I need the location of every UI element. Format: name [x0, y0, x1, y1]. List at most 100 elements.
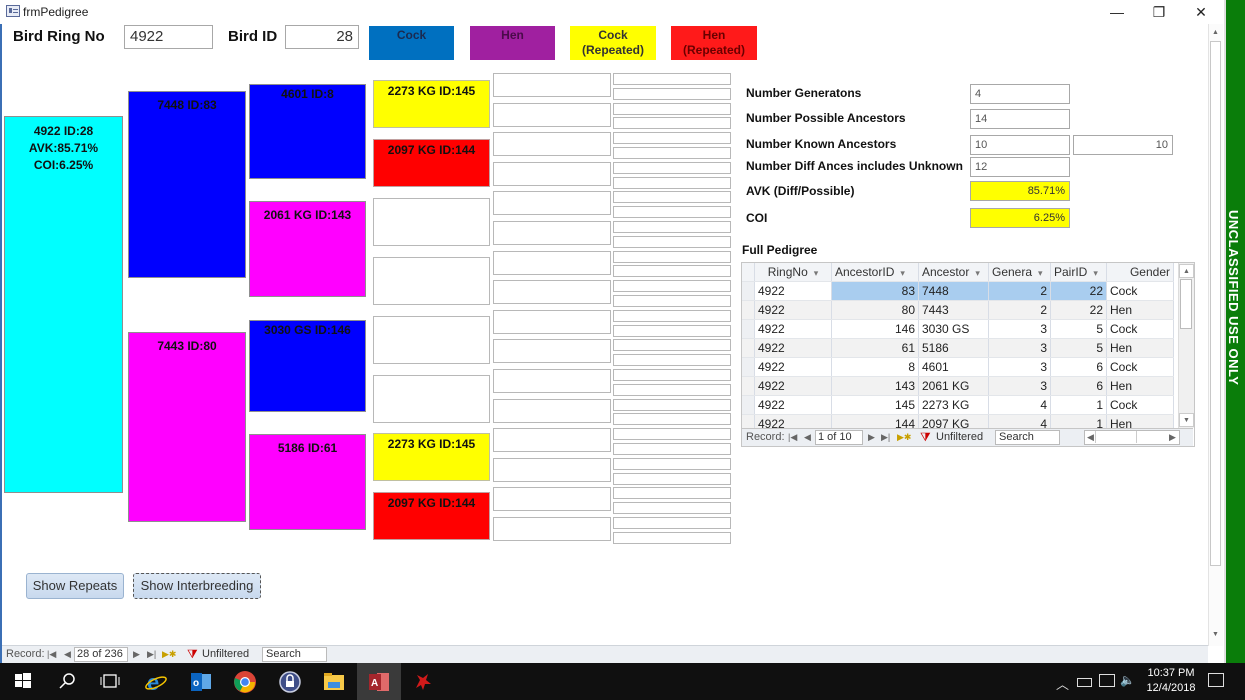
pedigree-gen6-14[interactable]: [613, 265, 731, 278]
scroll-up-arrow[interactable]: ▲: [1179, 264, 1194, 278]
pedigree-gen6-26[interactable]: [613, 443, 731, 455]
pedigree-gen6-8[interactable]: [613, 176, 731, 189]
pedigree-gen6-17[interactable]: [613, 309, 731, 322]
network-icon[interactable]: [1099, 674, 1115, 687]
row-selector[interactable]: [742, 357, 755, 377]
red-app-icon[interactable]: [411, 670, 435, 694]
genera-cell[interactable]: 2: [988, 300, 1051, 320]
pedigree-gen4-3[interactable]: [373, 198, 490, 246]
pairid-cell[interactable]: 22: [1050, 281, 1107, 301]
pedigree-gen5-6[interactable]: [493, 221, 611, 245]
form-new-record[interactable]: ▶✱: [162, 649, 176, 660]
ancestorid-cell[interactable]: 61: [831, 338, 919, 358]
ancestorid-cell[interactable]: 143: [831, 376, 919, 396]
pedigree-gen6-20[interactable]: [613, 354, 731, 367]
col-header-ancestorid[interactable]: AncestorID ▾: [831, 263, 919, 282]
pedigree-gen6-12[interactable]: [613, 235, 731, 248]
pedigree-gen4-4[interactable]: [373, 257, 490, 305]
pedigree-gen5-12[interactable]: [493, 398, 611, 423]
row-selector[interactable]: [742, 300, 755, 320]
pedigree-dam[interactable]: 7443 ID:80: [128, 332, 246, 522]
form-prev-record[interactable]: ◀: [64, 649, 71, 660]
ancestor-cell[interactable]: 5186: [918, 338, 989, 358]
ringno-cell[interactable]: 4922: [754, 281, 832, 301]
pedigree-gen6-28[interactable]: [613, 472, 731, 485]
pedigree-gen6-23[interactable]: [613, 398, 731, 411]
pairid-cell[interactable]: 6: [1050, 376, 1107, 396]
pedigree-gen5-14[interactable]: [493, 457, 611, 482]
form-last-record[interactable]: ▶|: [147, 649, 156, 660]
file-explorer-icon[interactable]: [322, 670, 346, 694]
action-center-icon[interactable]: [1208, 673, 1224, 687]
show-hidden-icons[interactable]: ︿: [1056, 674, 1069, 693]
datasheet-search-input[interactable]: Search: [995, 430, 1060, 445]
ringno-cell[interactable]: 4922: [754, 395, 832, 415]
table-row[interactable]: 4922 143 2061 KG 3 6 Hen: [742, 376, 1174, 396]
pedigree-gen6-1[interactable]: [613, 73, 731, 85]
pedigree-gen5-5[interactable]: [493, 191, 611, 216]
pedigree-gen6-25[interactable]: [613, 428, 731, 441]
new-record-button[interactable]: ▶✱: [897, 432, 911, 443]
pedigree-gen5-10[interactable]: [493, 339, 611, 364]
pairid-cell[interactable]: 5: [1050, 338, 1107, 358]
ringno-cell[interactable]: 4922: [754, 357, 832, 377]
select-all-cell[interactable]: [742, 263, 755, 282]
filter-status[interactable]: Unfiltered: [936, 431, 983, 443]
genera-cell[interactable]: 2: [988, 281, 1051, 301]
pairid-cell[interactable]: 5: [1050, 319, 1107, 339]
form-first-record[interactable]: |◀: [47, 649, 56, 660]
ancestorid-cell[interactable]: 145: [831, 395, 919, 415]
pedigree-gen5-7[interactable]: [493, 250, 611, 275]
known-ancestors-field[interactable]: 10: [970, 135, 1070, 155]
bird-id-input[interactable]: 28: [285, 25, 359, 49]
form-scroll-up[interactable]: ▲: [1209, 26, 1222, 40]
pedigree-gen6-4[interactable]: [613, 117, 731, 130]
gender-cell[interactable]: Hen: [1106, 338, 1174, 358]
pedigree-gen4-7[interactable]: 2273 KG ID:145: [373, 433, 490, 481]
col-header-ancestor[interactable]: Ancestor ▾: [918, 263, 989, 282]
row-selector[interactable]: [742, 319, 755, 339]
pairid-cell[interactable]: 1: [1050, 395, 1107, 415]
ancestor-cell[interactable]: 2273 KG: [918, 395, 989, 415]
known-ancestors-field-2[interactable]: 10: [1073, 135, 1173, 155]
pedigree-gen6-21[interactable]: [613, 369, 731, 381]
gender-cell[interactable]: Cock: [1106, 319, 1174, 339]
pedigree-gen4-5[interactable]: [373, 316, 490, 364]
scroll-down-arrow[interactable]: ▼: [1179, 413, 1194, 427]
pedigree-gen5-3[interactable]: [493, 132, 611, 157]
table-row[interactable]: 4922 83 7448 2 22 Cock: [742, 281, 1174, 301]
gender-cell[interactable]: Hen: [1106, 376, 1174, 396]
gender-cell[interactable]: Hen: [1106, 300, 1174, 320]
pedigree-gen6-30[interactable]: [613, 502, 731, 515]
pedigree-gen6-13[interactable]: [613, 250, 731, 263]
pedigree-gen5-11[interactable]: [493, 369, 611, 393]
search-icon[interactable]: [56, 670, 80, 694]
volume-icon[interactable]: 🔈: [1120, 673, 1135, 687]
pedigree-gen6-2[interactable]: [613, 87, 731, 100]
prev-record-button[interactable]: ◀: [804, 432, 811, 443]
chrome-icon[interactable]: [233, 670, 257, 694]
table-row[interactable]: 4922 145 2273 KG 4 1 Cock: [742, 395, 1174, 415]
keepass-icon[interactable]: [278, 670, 302, 694]
pedigree-gen5-9[interactable]: [493, 309, 611, 334]
ancestor-cell[interactable]: 3030 GS: [918, 319, 989, 339]
pedigree-gen6-18[interactable]: [613, 324, 731, 337]
show-interbreeding-button[interactable]: Show Interbreeding: [133, 573, 261, 599]
ringno-cell[interactable]: 4922: [754, 319, 832, 339]
table-row[interactable]: 4922 80 7443 2 22 Hen: [742, 300, 1174, 320]
pairid-cell[interactable]: 6: [1050, 357, 1107, 377]
pedigree-gen6-9[interactable]: [613, 191, 731, 204]
table-row[interactable]: 4922 8 4601 3 6 Cock: [742, 357, 1174, 377]
form-next-record[interactable]: ▶: [133, 649, 140, 660]
genera-cell[interactable]: 3: [988, 319, 1051, 339]
ancestorid-cell[interactable]: 146: [831, 319, 919, 339]
gender-cell[interactable]: Cock: [1106, 357, 1174, 377]
col-header-gender[interactable]: Gender: [1106, 263, 1174, 282]
pedigree-gen6-11[interactable]: [613, 221, 731, 233]
datasheet-vscrollbar[interactable]: ▲ ▼: [1178, 263, 1194, 428]
pedigree-gen5-16[interactable]: [493, 517, 611, 541]
table-row[interactable]: 4922 146 3030 GS 3 5 Cock: [742, 319, 1174, 339]
row-selector[interactable]: [742, 281, 755, 301]
row-selector[interactable]: [742, 376, 755, 396]
ancestorid-cell[interactable]: 80: [831, 300, 919, 320]
